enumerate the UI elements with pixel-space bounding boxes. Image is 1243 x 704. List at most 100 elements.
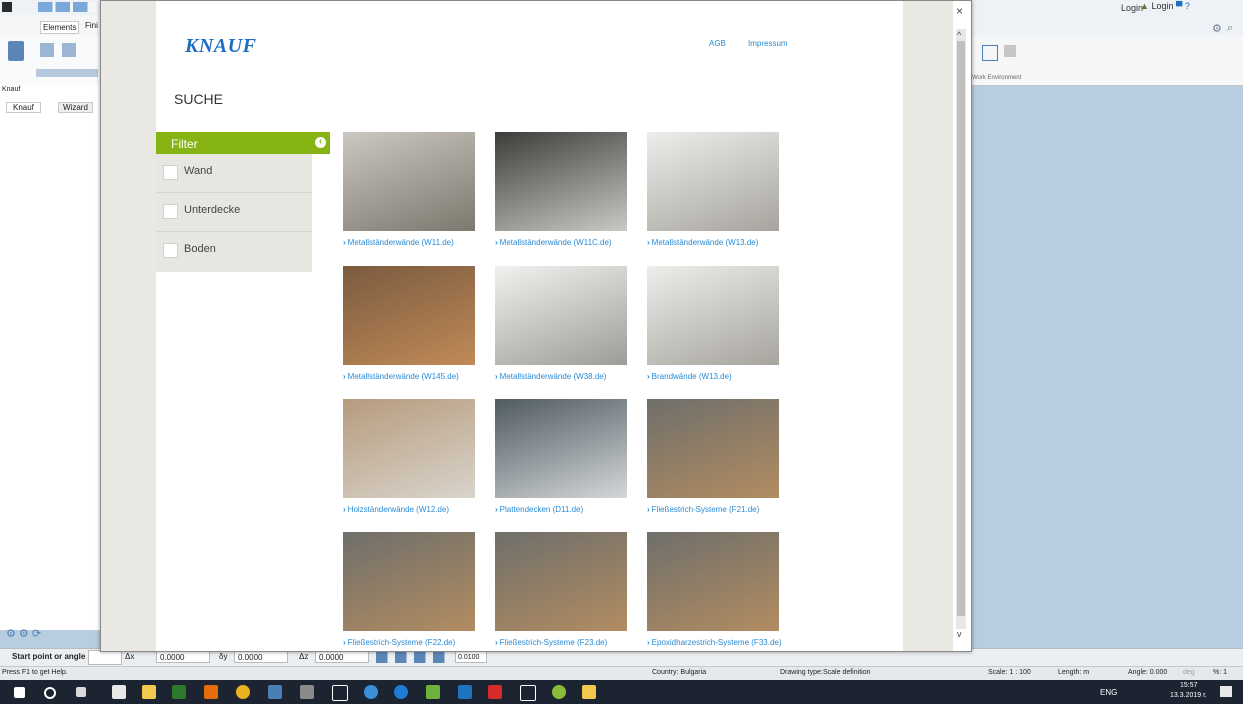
result-link[interactable]: › Fließestrich-Systeme (F22.de) (343, 638, 455, 647)
result-link[interactable]: › Fließestrich-Systeme (F23.de) (495, 638, 607, 647)
search-icon[interactable]: ⌕ (1227, 22, 1233, 35)
edge-icon[interactable] (394, 685, 408, 699)
notifications-icon[interactable] (1220, 686, 1232, 697)
settings-icon[interactable]: ⚙ (1212, 22, 1222, 35)
scrollbar-thumb[interactable] (957, 41, 965, 616)
allplan-icon-2[interactable] (520, 685, 536, 701)
slab-tool-icon[interactable] (40, 43, 54, 57)
result-link[interactable]: › Metallständerwände (W11C.de) (495, 238, 612, 247)
paint-icon[interactable] (552, 685, 566, 699)
scroll-up-icon[interactable]: ^ (957, 30, 961, 40)
result-thumbnail[interactable] (647, 399, 779, 498)
result-thumbnail[interactable] (495, 399, 627, 498)
clock-time[interactable]: 15:57 (1180, 682, 1198, 689)
tab-finish[interactable]: Fini (85, 21, 98, 30)
filter-toggle[interactable]: ‹ (312, 132, 330, 154)
active-app-icon[interactable] (582, 685, 596, 699)
result-label: Fließestrich-Systeme (F22.de) (347, 638, 456, 647)
result-thumbnail[interactable] (495, 532, 627, 631)
filter-option-unterdecke[interactable]: Unterdecke (156, 193, 312, 232)
office-icon[interactable] (204, 685, 218, 699)
result-link[interactable]: › Plattendecken (D11.de) (495, 505, 583, 514)
chrome-icon[interactable] (236, 685, 250, 699)
acrobat-icon[interactable] (488, 685, 502, 699)
length-text[interactable]: Length: m (1058, 669, 1089, 676)
snap-tools-icons[interactable] (376, 651, 452, 663)
search-icon[interactable] (44, 687, 56, 699)
app-icon[interactable] (364, 685, 378, 699)
status-bar: Press F1 to get Help. Country: Bulgaria … (0, 666, 1243, 681)
knauf-logo[interactable]: KNAUF (185, 35, 256, 58)
ribbon-group-label (36, 69, 98, 77)
result-link[interactable]: › Epoxidharzestrich-Systeme (F33.de) (647, 638, 782, 647)
cad-app-icon[interactable] (268, 685, 282, 699)
chevron-right-icon: › (647, 638, 650, 647)
roof-tool-icon[interactable] (62, 43, 76, 57)
tab-wizard[interactable]: Wizard (58, 102, 93, 113)
result-link[interactable]: › Holzständerwände (W12.de) (343, 505, 449, 514)
percent-text[interactable]: %: 1 (1213, 669, 1227, 676)
windows-start-icon[interactable] (14, 687, 25, 698)
work-environment-icon[interactable] (982, 45, 998, 61)
tab-knauf[interactable]: Knauf (6, 102, 41, 113)
allplan-icon[interactable] (332, 685, 348, 701)
checkbox[interactable] (163, 243, 178, 258)
help-text: Press F1 to get Help. (2, 669, 68, 676)
wall-tool-icon[interactable] (8, 41, 24, 61)
impressum-link[interactable]: Impressum (748, 39, 788, 48)
checkbox[interactable] (163, 165, 178, 180)
close-button[interactable]: × (956, 4, 963, 18)
filter-option-label: Unterdecke (184, 204, 241, 216)
monitor-icon[interactable] (300, 685, 314, 699)
dialog-right-margin (903, 1, 953, 651)
file-explorer-icon[interactable] (142, 685, 156, 699)
filter-option-wand[interactable]: Wand (156, 154, 312, 193)
agb-link[interactable]: AGB (709, 39, 726, 48)
notes-icon[interactable] (426, 685, 440, 699)
result-thumbnail[interactable] (647, 532, 779, 631)
result-thumbnail[interactable] (647, 132, 779, 231)
panel-tools-icon[interactable]: ⚙ ⚙ ⟳ (6, 627, 41, 640)
language-indicator[interactable]: ENG (1100, 688, 1117, 697)
result-link[interactable]: › Metallständerwände (W11.de) (343, 238, 454, 247)
help-icon[interactable]: ? (1185, 1, 1190, 11)
task-view-icon[interactable] (76, 687, 86, 697)
tab-elements[interactable]: Elements (40, 21, 80, 34)
result-thumbnail[interactable] (343, 399, 475, 498)
result-thumbnail[interactable] (343, 532, 475, 631)
filter-option-label: Wand (184, 165, 213, 177)
chevron-right-icon: › (495, 638, 498, 647)
chevron-right-icon: › (343, 638, 346, 647)
mail-icon[interactable] (112, 685, 126, 699)
result-link[interactable]: › Metallständerwände (W145.de) (343, 372, 459, 381)
login-button[interactable]: ▲ Login ▀ ? (1140, 1, 1190, 11)
result-thumbnail[interactable] (495, 266, 627, 365)
result-link[interactable]: › Metallständerwände (W38.de) (495, 372, 606, 381)
quick-access-icons[interactable] (38, 2, 96, 12)
chevron-right-icon: › (495, 505, 498, 514)
page-title: SUCHE (174, 91, 224, 107)
skype-icon[interactable] (458, 685, 472, 699)
angle-text[interactable]: Angle: 0.000 (1128, 669, 1167, 676)
result-thumbnail[interactable] (495, 132, 627, 231)
dz-label: Δz (299, 652, 309, 661)
checkbox[interactable] (163, 204, 178, 219)
scale-text[interactable]: Scale: 1 : 100 (988, 669, 1031, 676)
result-link[interactable]: › Brandwände (W13.de) (647, 372, 732, 381)
excel-icon[interactable] (172, 685, 186, 699)
result-link[interactable]: › Metallständerwände (W13.de) (647, 238, 758, 247)
filter-panel: Filter Wand Unterdecke Boden (156, 132, 312, 272)
app-menu-icon[interactable] (2, 2, 12, 12)
scroll-down-icon[interactable]: v (957, 629, 962, 639)
result-thumbnail[interactable] (343, 266, 475, 365)
result-link[interactable]: › Fließestrich-Systeme (F21.de) (647, 505, 759, 514)
result-label: Metallständerwände (W11.de) (347, 238, 454, 247)
filter-option-boden[interactable]: Boden (156, 232, 312, 270)
result-label: Metallständerwände (W38.de) (499, 372, 607, 381)
command-input[interactable] (88, 650, 122, 665)
cart-icon[interactable]: ▀ (1176, 1, 1182, 11)
clock-date[interactable]: 13.3.2019 г. (1170, 692, 1207, 699)
environment-grid-icon[interactable] (1004, 45, 1016, 57)
result-thumbnail[interactable] (647, 266, 779, 365)
result-thumbnail[interactable] (343, 132, 475, 231)
